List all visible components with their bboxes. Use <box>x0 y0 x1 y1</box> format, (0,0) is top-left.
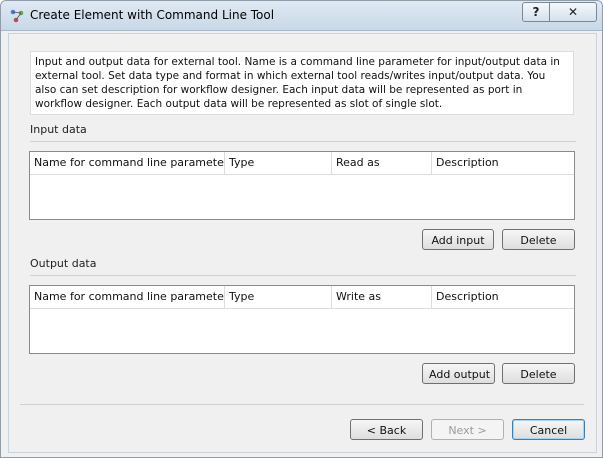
output-separator <box>30 275 576 276</box>
window-title: Create Element with Command Line Tool <box>30 8 275 22</box>
close-button[interactable]: ✕ <box>549 2 597 22</box>
workflow-element-icon <box>9 8 25 24</box>
column-header-name[interactable]: Name for command line parameter <box>30 286 225 308</box>
column-header-type[interactable]: Type <box>225 286 332 308</box>
output-data-table[interactable]: Name for command line parameter Type Wri… <box>29 285 575 354</box>
footer-separator <box>20 404 584 405</box>
add-output-button[interactable]: Add output <box>422 363 495 384</box>
output-table-header: Name for command line parameter Type Wri… <box>30 286 574 309</box>
column-header-description[interactable]: Description <box>432 152 574 174</box>
help-button[interactable]: ? <box>522 2 550 22</box>
column-header-type[interactable]: Type <box>225 152 332 174</box>
column-header-write-as[interactable]: Write as <box>332 286 432 308</box>
help-icon: ? <box>532 5 540 19</box>
add-input-button[interactable]: Add input <box>422 229 494 250</box>
next-button[interactable]: Next > <box>431 419 504 440</box>
delete-output-button[interactable]: Delete <box>502 363 575 384</box>
input-table-body[interactable] <box>30 175 574 219</box>
dialog-window: Create Element with Command Line Tool ? … <box>0 0 603 458</box>
delete-input-button[interactable]: Delete <box>502 229 575 250</box>
description-text: Input and output data for external tool.… <box>30 51 574 115</box>
input-data-table[interactable]: Name for command line parameter Type Rea… <box>29 151 575 220</box>
column-header-name[interactable]: Name for command line parameter <box>30 152 225 174</box>
column-header-read-as[interactable]: Read as <box>332 152 432 174</box>
output-data-label: Output data <box>30 257 97 270</box>
column-header-description[interactable]: Description <box>432 286 574 308</box>
close-icon: ✕ <box>567 5 579 19</box>
input-separator <box>30 141 576 142</box>
input-data-label: Input data <box>30 123 87 136</box>
back-button[interactable]: < Back <box>350 419 423 440</box>
dialog-content: Input and output data for external tool.… <box>8 33 597 453</box>
output-table-body[interactable] <box>30 309 574 353</box>
title-bar[interactable]: Create Element with Command Line Tool ? … <box>1 1 602 31</box>
cancel-button[interactable]: Cancel <box>512 419 585 440</box>
input-table-header: Name for command line parameter Type Rea… <box>30 152 574 175</box>
